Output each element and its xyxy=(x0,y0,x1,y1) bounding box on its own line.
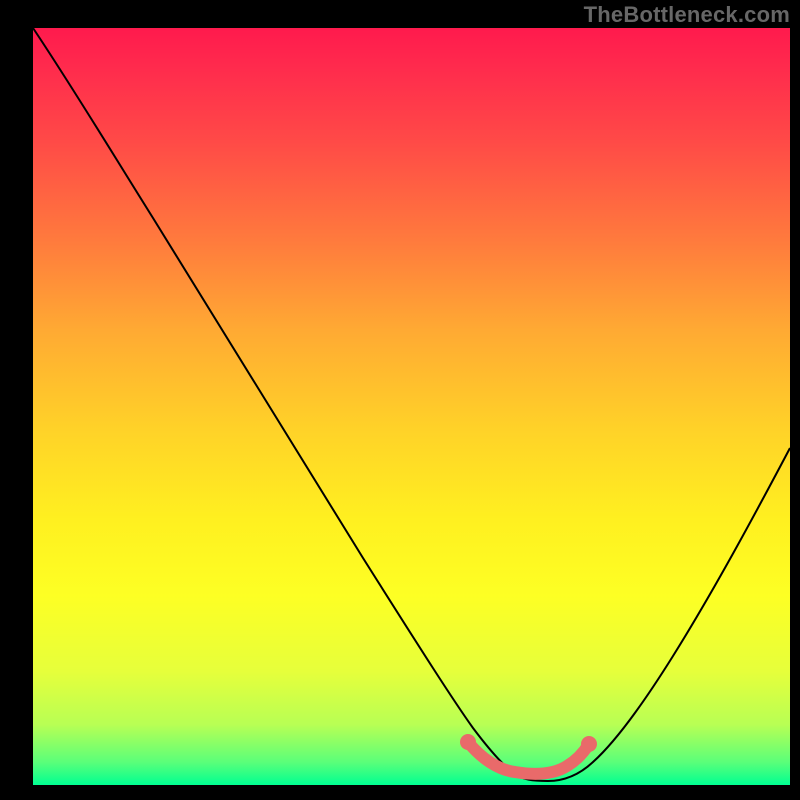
watermark-text: TheBottleneck.com xyxy=(584,2,790,28)
optimal-range-end-dot xyxy=(581,736,597,752)
gradient-plot-area xyxy=(33,28,790,785)
chart-container: TheBottleneck.com xyxy=(0,0,800,800)
bottleneck-curve xyxy=(33,28,790,781)
curve-svg xyxy=(33,28,790,785)
optimal-range-start-dot xyxy=(460,734,476,750)
optimal-range-marker xyxy=(468,742,589,774)
